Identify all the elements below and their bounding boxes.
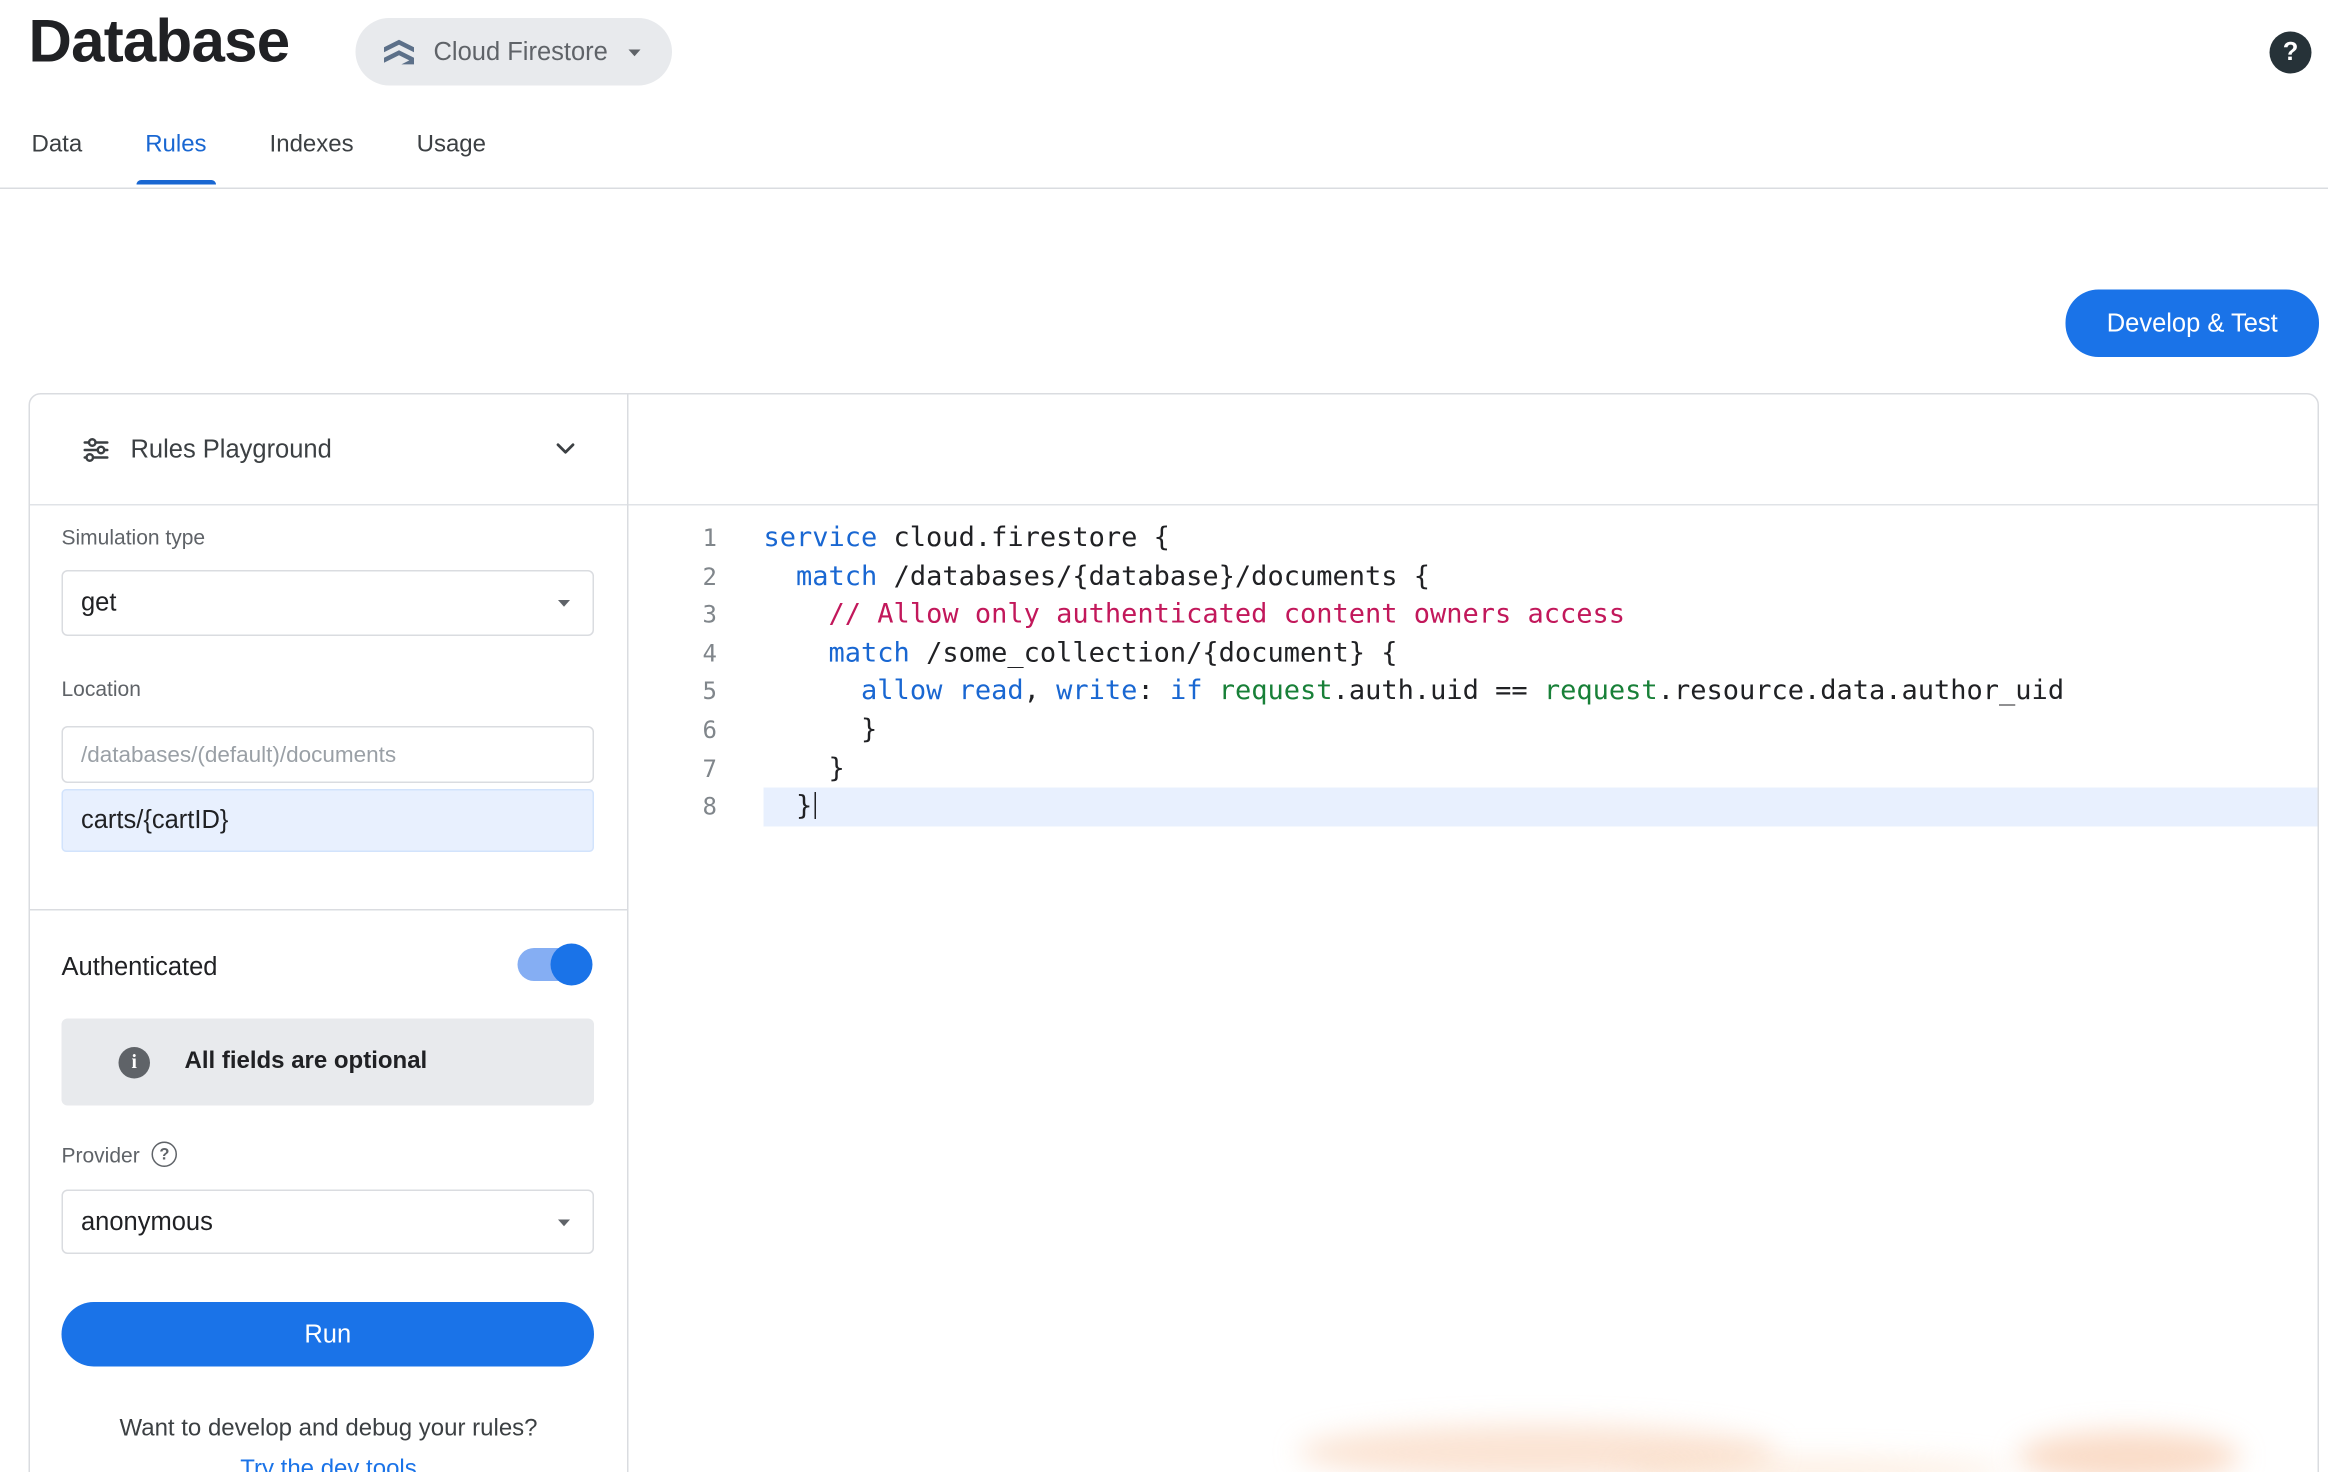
tune-icon [81, 434, 111, 464]
collapse-chevron-icon[interactable] [551, 434, 581, 464]
code-line-content[interactable]: service cloud.firestore { [764, 519, 2318, 557]
line-number: 4 [629, 634, 764, 672]
editor-line-2[interactable]: 2 match /databases/{database}/documents … [629, 557, 2318, 595]
panel-divider [30, 909, 627, 911]
chevron-down-icon [554, 593, 575, 614]
product-selector-label: Cloud Firestore [434, 37, 608, 67]
editor-lines: 1service cloud.firestore {2 match /datab… [629, 519, 2318, 826]
firestore-icon [381, 34, 417, 70]
simulation-type-label: Simulation type [62, 525, 206, 549]
info-banner-text: All fields are optional [185, 1049, 428, 1076]
firestore-rules-page: Database Cloud Firestore ? Data Rules Inde… [0, 0, 2328, 1472]
authenticated-toggle[interactable] [515, 944, 593, 986]
provider-value: anonymous [81, 1207, 554, 1237]
rules-playground-title: Rules Playground [131, 434, 332, 464]
dev-tools-link[interactable]: Try the dev tools [30, 1457, 627, 1472]
code-line-content[interactable]: match /databases/{database}/documents { [764, 557, 2318, 595]
info-icon: i [119, 1046, 151, 1078]
editor-line-1[interactable]: 1service cloud.firestore { [629, 519, 2318, 557]
location-input[interactable]: carts/{cartID} [62, 789, 595, 852]
line-number: 1 [629, 519, 764, 557]
rules-code-editor[interactable]: 1service cloud.firestore {2 match /datab… [629, 506, 2318, 1472]
line-number: 8 [629, 788, 764, 826]
tabs: Data Rules Indexes Usage [32, 132, 487, 185]
simulation-type-select[interactable]: get [62, 570, 595, 636]
run-button[interactable]: Run [62, 1302, 595, 1367]
rules-playground-header[interactable]: Rules Playground [30, 395, 627, 505]
editor-line-4[interactable]: 4 match /some_collection/{document} { [629, 634, 2318, 672]
chevron-down-icon [554, 1211, 575, 1232]
text-cursor [814, 791, 816, 818]
code-line-content[interactable]: } [764, 788, 2318, 826]
editor-line-8[interactable]: 8 } [629, 788, 2318, 826]
code-line-content[interactable]: match /some_collection/{document} { [764, 634, 2318, 672]
info-banner: i All fields are optional [62, 1019, 595, 1106]
editor-line-7[interactable]: 7 } [629, 749, 2318, 787]
location-label: Location [62, 677, 141, 701]
toggle-knob [551, 944, 593, 986]
authenticated-label: Authenticated [62, 953, 218, 983]
chevron-down-icon [624, 41, 645, 62]
code-line-content[interactable]: // Allow only authenticated content owne… [764, 596, 2318, 634]
editor-line-5[interactable]: 5 allow read, write: if request.auth.uid… [629, 673, 2318, 711]
tab-data[interactable]: Data [32, 132, 83, 185]
dev-tools-prompt: Want to develop and debug your rules? [30, 1416, 627, 1443]
tab-usage[interactable]: Usage [417, 132, 486, 185]
product-selector[interactable]: Cloud Firestore [356, 18, 673, 86]
provider-select[interactable]: anonymous [62, 1190, 595, 1255]
line-number: 3 [629, 596, 764, 634]
line-number: 7 [629, 749, 764, 787]
simulation-type-value: get [81, 588, 554, 618]
develop-test-button[interactable]: Develop & Test [2066, 290, 2320, 358]
code-line-content[interactable]: allow read, write: if request.auth.uid =… [764, 673, 2318, 711]
provider-label: Provider [62, 1142, 140, 1166]
editor-line-6[interactable]: 6 } [629, 711, 2318, 749]
line-number: 2 [629, 557, 764, 595]
page-title: Database [29, 9, 290, 77]
tabs-divider [0, 188, 2328, 190]
line-number: 6 [629, 711, 764, 749]
line-number: 5 [629, 673, 764, 711]
provider-label-row: Provider ? [62, 1142, 178, 1168]
code-line-content[interactable]: } [764, 711, 2318, 749]
provider-help-icon[interactable]: ? [152, 1142, 178, 1168]
tab-indexes[interactable]: Indexes [270, 132, 354, 185]
location-prefix[interactable]: /databases/(default)/documents [62, 726, 595, 783]
tab-rules[interactable]: Rules [145, 132, 206, 185]
code-line-content[interactable]: } [764, 749, 2318, 787]
rules-card: Rules Playground Simulation type get Loc… [29, 393, 2320, 1472]
help-button[interactable]: ? [2270, 32, 2312, 74]
editor-line-3[interactable]: 3 // Allow only authenticated content ow… [629, 596, 2318, 634]
